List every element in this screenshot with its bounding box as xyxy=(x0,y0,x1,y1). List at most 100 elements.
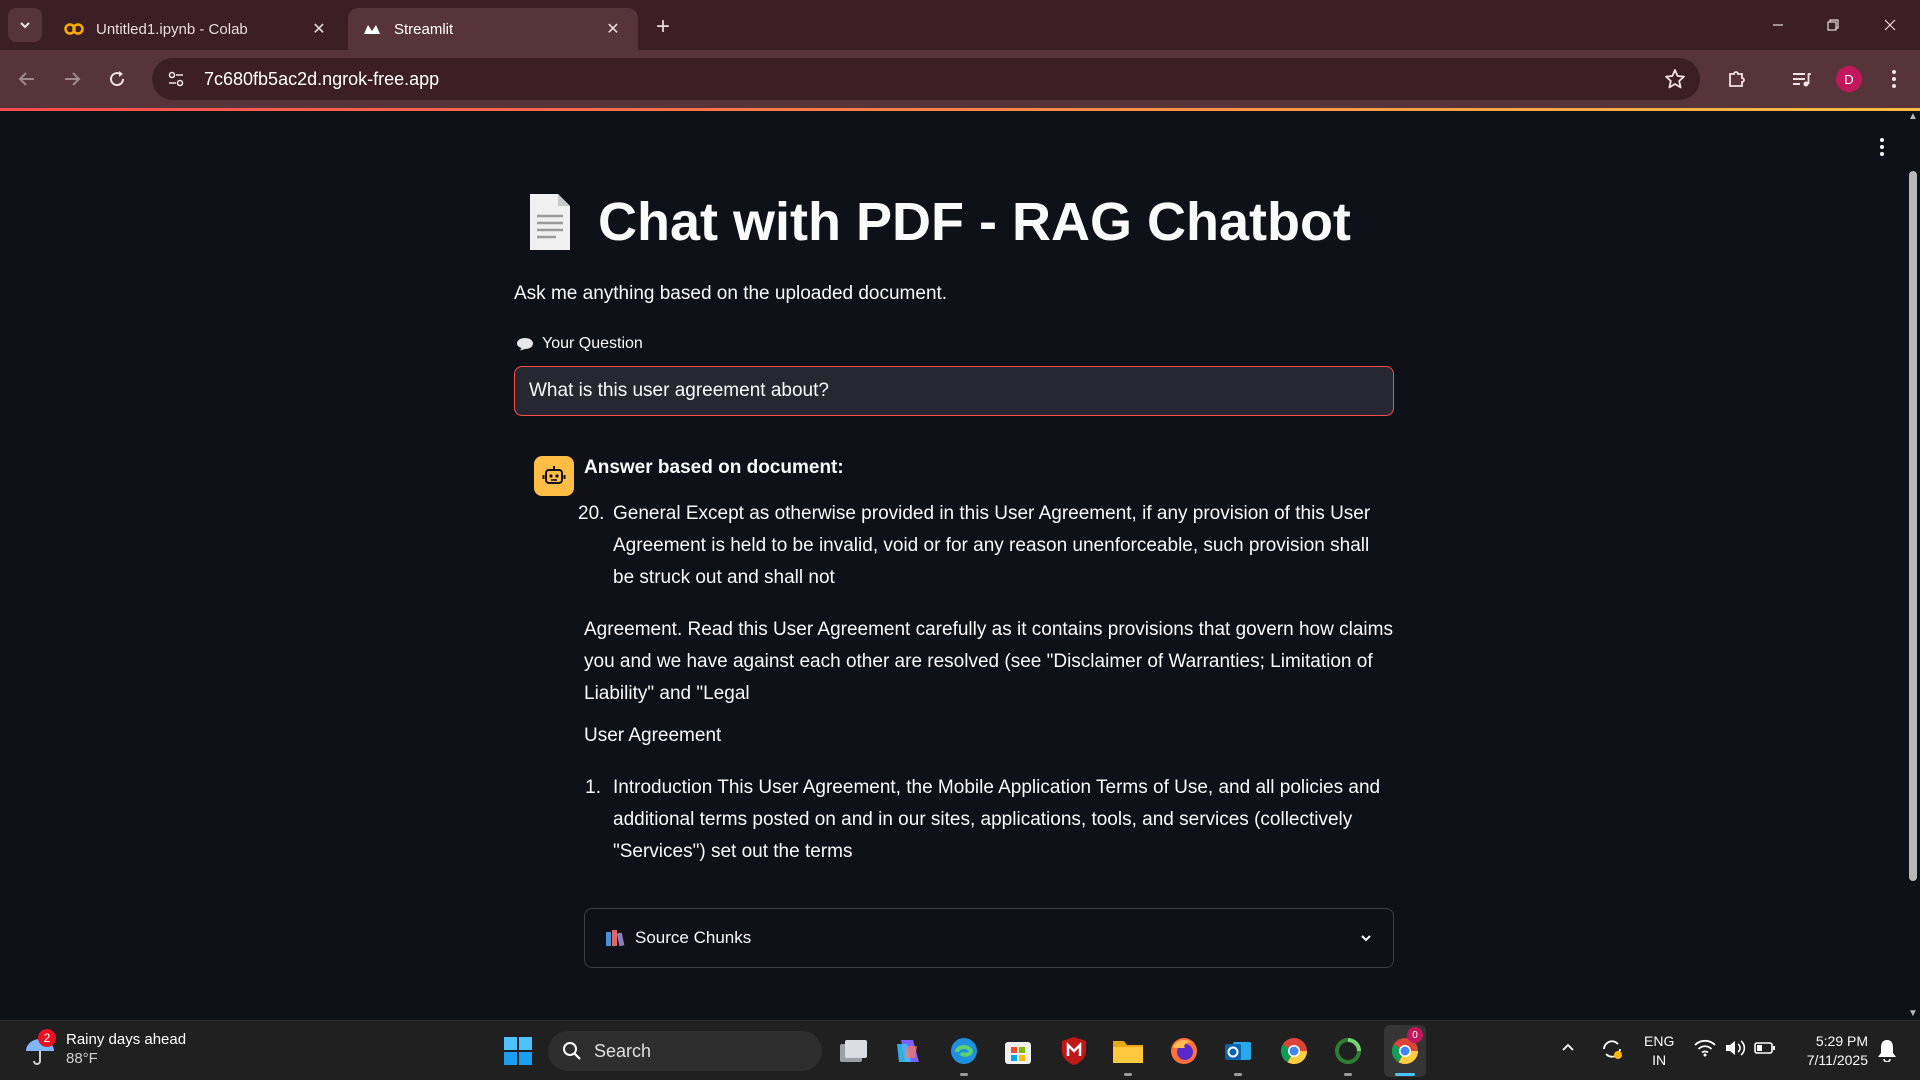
forward-button[interactable] xyxy=(55,62,89,96)
arrow-left-icon xyxy=(18,72,34,86)
tab-title: Untitled1.ipynb - Colab xyxy=(96,20,248,38)
firefox-icon xyxy=(1171,1038,1197,1064)
chrome-button[interactable] xyxy=(1276,1033,1312,1069)
running-indicator xyxy=(1395,1073,1415,1076)
minimize-button[interactable] xyxy=(1758,8,1798,42)
show-hidden-icons-button[interactable] xyxy=(1560,1039,1576,1060)
app-menu-button[interactable] xyxy=(1870,135,1894,159)
notification-badge: 0 xyxy=(1407,1027,1423,1043)
weather-widget[interactable]: 2 Rainy days ahead 88°F xyxy=(22,1029,186,1068)
chrome-profile-button[interactable]: 0 xyxy=(1387,1027,1423,1076)
copilot-icon xyxy=(897,1040,919,1062)
browser-toolbar: 7c680fb5ac2d.ngrok-free.app xyxy=(0,50,1920,108)
scroll-down-arrow[interactable]: ▼ xyxy=(1908,1009,1918,1019)
restore-button[interactable] xyxy=(1813,8,1853,42)
page-title: Chat with PDF - RAG Chatbot xyxy=(514,191,1351,253)
speech-bubble-icon xyxy=(517,338,533,351)
taskbar-search[interactable]: Search xyxy=(548,1031,822,1071)
tab-search-button[interactable] xyxy=(8,8,42,42)
browser-menu-button[interactable] xyxy=(1877,62,1911,96)
list-item-number: 20. xyxy=(578,503,605,524)
chevron-down-icon xyxy=(1361,935,1371,942)
store-icon xyxy=(1005,1042,1031,1064)
store-button[interactable] xyxy=(1000,1033,1036,1069)
profile-avatar[interactable]: D xyxy=(1836,66,1862,92)
close-window-button[interactable] xyxy=(1870,8,1910,42)
extensions-button[interactable] xyxy=(1720,62,1754,96)
running-indicator xyxy=(960,1073,968,1076)
url-text: 7c680fb5ac2d.ngrok-free.app xyxy=(204,68,440,89)
mcafee-button[interactable] xyxy=(1056,1033,1092,1069)
close-icon xyxy=(1884,19,1896,31)
source-chunks-expander[interactable]: Source Chunks xyxy=(584,908,1394,968)
search-placeholder: Search xyxy=(594,1040,652,1061)
firefox-button[interactable] xyxy=(1166,1033,1202,1069)
answer-paragraph: User Agreement xyxy=(584,725,722,746)
language-indicator[interactable]: ENG IN xyxy=(1644,1032,1674,1070)
page-subtitle: Ask me anything based on the uploaded do… xyxy=(514,283,948,304)
site-info-icon[interactable] xyxy=(156,58,196,100)
wifi-icon xyxy=(1694,1039,1716,1057)
back-button[interactable] xyxy=(10,62,44,96)
minimize-icon xyxy=(1773,24,1783,26)
page-scrollbar[interactable]: ▲ ▼ xyxy=(1906,111,1920,1020)
battery-button[interactable] xyxy=(1754,1040,1776,1061)
address-bar[interactable]: 7c680fb5ac2d.ngrok-free.app xyxy=(152,58,1700,100)
edge-icon xyxy=(951,1038,977,1064)
reload-button[interactable] xyxy=(100,62,134,96)
bookmark-star-icon[interactable] xyxy=(1664,68,1686,95)
tab-title: Streamlit xyxy=(394,20,454,38)
question-label: Your Question xyxy=(516,335,643,353)
copilot-button[interactable] xyxy=(890,1033,926,1069)
windows-taskbar: 2 Rainy days ahead 88°F Search 0 ENG IN … xyxy=(0,1020,1920,1080)
list-item: 1. Introduction This User Agreement, the… xyxy=(584,772,1394,868)
browser-tab-strip: Untitled1.ipynb - Colab ✕ Streamlit ✕ + xyxy=(0,0,1920,50)
chrome-icon xyxy=(1280,1038,1308,1065)
file-explorer-button[interactable] xyxy=(1110,1033,1146,1076)
tab-streamlit[interactable]: Streamlit ✕ xyxy=(348,8,638,50)
outlook-button[interactable] xyxy=(1220,1033,1256,1076)
volume-button[interactable] xyxy=(1724,1039,1746,1062)
restore-icon xyxy=(1827,19,1839,31)
search-icon xyxy=(563,1042,581,1060)
list-item-text: General Except as otherwise provided in … xyxy=(613,503,1371,588)
chevron-down-icon xyxy=(20,22,30,29)
notifications-button[interactable] xyxy=(1876,1038,1898,1067)
language-text: ENG xyxy=(1644,1033,1675,1049)
new-tab-button[interactable]: + xyxy=(648,12,678,42)
close-tab-icon[interactable]: ✕ xyxy=(602,18,624,40)
edge-button[interactable] xyxy=(946,1033,982,1076)
wifi-button[interactable] xyxy=(1694,1039,1716,1062)
media-queue-icon xyxy=(1793,73,1811,87)
bot-avatar xyxy=(534,456,574,496)
colab-icon xyxy=(64,19,84,39)
outlook-icon xyxy=(1225,1042,1251,1060)
media-controls-button[interactable] xyxy=(1784,62,1818,96)
reload-icon xyxy=(110,71,125,87)
running-indicator xyxy=(1344,1073,1352,1076)
scroll-up-arrow[interactable]: ▲ xyxy=(1908,112,1918,122)
sync-icon xyxy=(1603,1040,1622,1059)
question-label-text: Your Question xyxy=(542,335,643,352)
loading-app-button[interactable] xyxy=(1330,1033,1366,1076)
start-button[interactable] xyxy=(500,1033,536,1069)
arrow-right-icon xyxy=(65,72,81,86)
sync-button[interactable] xyxy=(1600,1037,1624,1066)
streamlit-icon xyxy=(362,19,382,39)
tab-colab[interactable]: Untitled1.ipynb - Colab ✕ xyxy=(50,8,344,50)
clock-date: 7/11/2025 xyxy=(1806,1052,1868,1068)
answer-content: Answer based on document: 20. General Ex… xyxy=(578,456,1394,868)
notification-bell-icon xyxy=(1878,1040,1896,1063)
weather-temp: 88°F xyxy=(66,1050,98,1067)
puzzle-icon xyxy=(1729,71,1745,87)
expander-label: Source Chunks xyxy=(635,928,752,947)
chevron-up-icon xyxy=(1562,1043,1574,1051)
clock[interactable]: 5:29 PM 7/11/2025 xyxy=(1796,1032,1868,1070)
books-icon xyxy=(606,930,625,947)
mcafee-shield-icon xyxy=(1062,1037,1086,1065)
task-view-button[interactable] xyxy=(836,1033,872,1069)
question-input[interactable] xyxy=(514,366,1394,416)
answer-paragraph: Agreement. Read this User Agreement care… xyxy=(584,619,1393,704)
close-tab-icon[interactable]: ✕ xyxy=(308,18,330,40)
scrollbar-thumb[interactable] xyxy=(1909,171,1917,881)
